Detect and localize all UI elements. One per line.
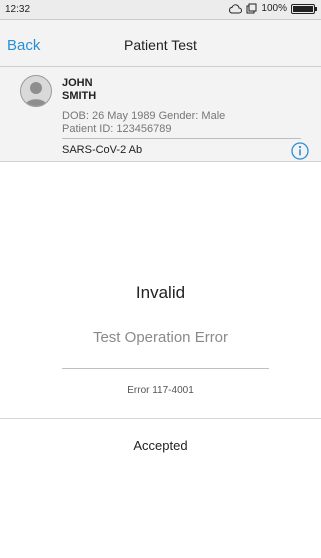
result-subtitle: Test Operation Error bbox=[92, 329, 229, 346]
patient-id: Patient ID: 123456789 bbox=[62, 123, 172, 135]
divider bbox=[62, 138, 301, 139]
divider bbox=[0, 418, 321, 419]
patient-last-name: SMITH bbox=[62, 90, 97, 102]
error-code: Error 117-4001 bbox=[127, 385, 194, 396]
patient-card: JOHN SMITH DOB: 26 May 1989 Gender: Male… bbox=[0, 67, 321, 162]
status-time: 12:32 bbox=[5, 4, 31, 15]
avatar bbox=[20, 75, 52, 107]
sim-icon bbox=[246, 3, 257, 14]
status-icons: 100% bbox=[228, 3, 317, 14]
patient-first-name: JOHN bbox=[62, 77, 93, 89]
battery-percent: 100% bbox=[261, 3, 287, 14]
patient-name: JOHN SMITH bbox=[62, 77, 96, 103]
test-name: SARS-CoV-2 Ab bbox=[62, 144, 143, 156]
person-icon bbox=[25, 82, 47, 106]
status-bar: 12:32 100% bbox=[0, 0, 321, 20]
info-icon[interactable] bbox=[291, 142, 309, 160]
page-title: Patient Test bbox=[124, 37, 197, 53]
result-status: Accepted bbox=[133, 438, 188, 453]
cloud-icon bbox=[229, 3, 243, 13]
result-title: Invalid bbox=[135, 283, 186, 302]
divider bbox=[62, 368, 269, 369]
patient-dob-gender: DOB: 26 May 1989 Gender: Male bbox=[62, 110, 226, 122]
nav-bar: Back Patient Test bbox=[0, 20, 321, 67]
battery-icon bbox=[291, 3, 317, 14]
